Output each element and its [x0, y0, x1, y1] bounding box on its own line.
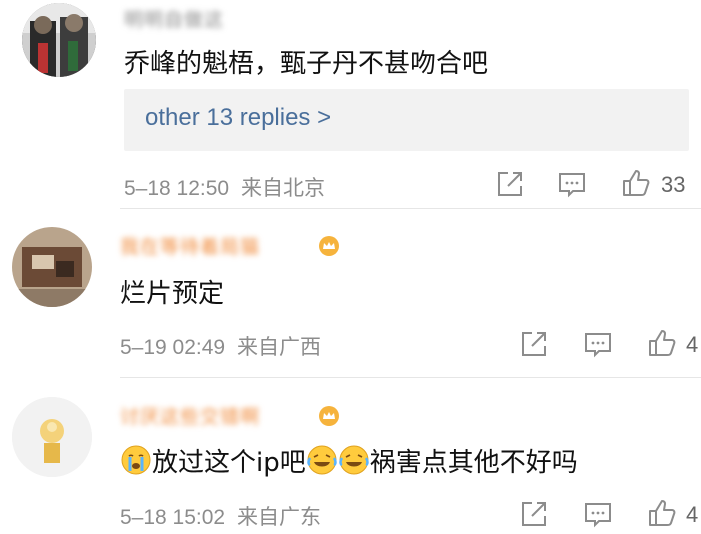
location: 来自北京 [240, 177, 325, 200]
comment-item: 我在等待着局猫 烂片预定 5–19 02:49 来自广西 4 [0, 210, 701, 375]
vip-crown-icon [319, 406, 339, 426]
crying-face-icon [121, 445, 151, 475]
comment-text: 乔峰的魁梧，甄子丹不甚吻合吧 [124, 49, 489, 79]
comment-item: 讨厌这些交错啊 放过这个ip吧 祸害点其他不好吗 5–18 15:02 来自广东 [0, 380, 701, 534]
avatar[interactable] [12, 397, 92, 477]
comment-text: 放过这个ip吧 祸害点其他不好吗 [120, 442, 578, 479]
comment-item: 明明自做这 乔峰的魁梧，甄子丹不甚吻合吧 other 13 replies > … [0, 0, 701, 205]
username[interactable]: 我在等待着局猫 [120, 232, 260, 259]
like-icon[interactable] [646, 497, 678, 529]
avatar[interactable] [12, 227, 92, 307]
laughing-tears-icon [306, 445, 337, 475]
more-replies-link[interactable]: other 13 replies > [145, 104, 331, 132]
timestamp: 5–18 12:50 [124, 177, 230, 200]
comment-icon[interactable] [556, 168, 588, 200]
comment-icon[interactable] [582, 328, 614, 360]
divider [120, 208, 701, 209]
avatar[interactable] [22, 3, 96, 77]
like-count: 4 [686, 332, 699, 357]
timestamp: 5–18 15:02 [120, 506, 226, 529]
share-icon[interactable] [518, 328, 550, 360]
comment-text: 烂片预定 [120, 279, 225, 309]
replies-preview[interactable]: other 13 replies > [124, 89, 689, 151]
avatar-image-icon [12, 397, 92, 477]
like-count: 4 [686, 502, 699, 527]
timestamp: 5–19 02:49 [120, 336, 226, 359]
share-icon[interactable] [494, 168, 526, 200]
avatar-image-icon [12, 227, 92, 307]
share-icon[interactable] [518, 498, 550, 530]
avatar-image-icon [22, 3, 96, 77]
comment-text-part: 祸害点其他不好吗 [369, 448, 578, 478]
comment-meta: 5–19 02:49 来自广西 [120, 331, 321, 361]
comment-icon[interactable] [582, 498, 614, 530]
divider [120, 377, 701, 378]
location: 来自广西 [236, 336, 321, 359]
comment-text-part: 放过这个ip吧 [152, 448, 306, 478]
username[interactable]: 明明自做这 [124, 5, 224, 32]
username[interactable]: 讨厌这些交错啊 [120, 402, 260, 429]
location: 来自广东 [236, 506, 321, 529]
like-count: 33 [661, 172, 686, 197]
comment-meta: 5–18 15:02 来自广东 [120, 501, 321, 531]
like-icon[interactable] [620, 167, 652, 199]
vip-crown-icon [319, 236, 339, 256]
laughing-tears-icon [338, 445, 369, 475]
like-icon[interactable] [646, 327, 678, 359]
comment-meta: 5–18 12:50 来自北京 [124, 172, 325, 202]
